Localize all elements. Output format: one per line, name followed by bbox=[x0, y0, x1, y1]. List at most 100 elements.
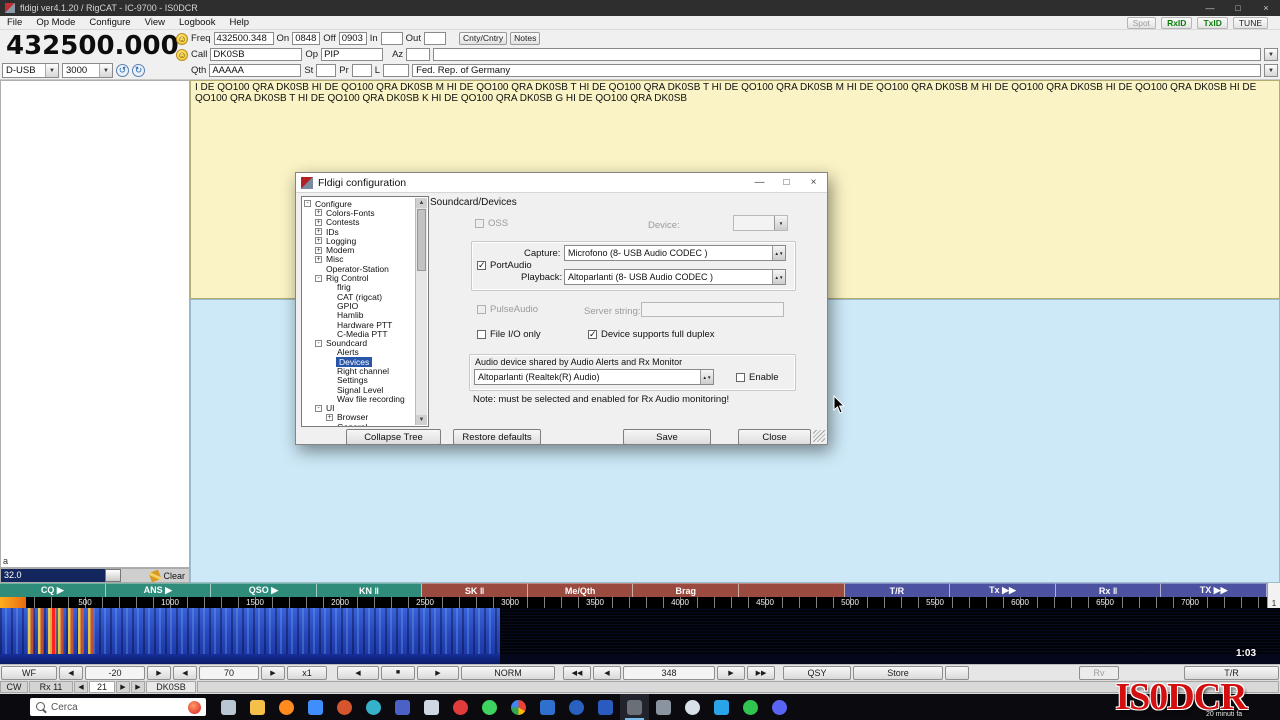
store-button[interactable]: Store bbox=[853, 665, 943, 680]
country-search-field[interactable] bbox=[433, 48, 1261, 61]
rst-out-field[interactable] bbox=[423, 32, 446, 45]
fldigi-taskbar-icon[interactable] bbox=[620, 694, 649, 720]
tree-item[interactable]: - Soundcard bbox=[304, 338, 414, 348]
dialog-maximize-button[interactable]: □ bbox=[773, 173, 800, 193]
word-icon[interactable] bbox=[591, 694, 620, 720]
tree-item[interactable]: flrig bbox=[304, 282, 414, 292]
minimize-button[interactable]: — bbox=[1196, 0, 1224, 16]
swap-frequency-icon[interactable]: ↻ bbox=[132, 64, 145, 77]
locator-field[interactable] bbox=[383, 64, 410, 77]
firefox-icon[interactable] bbox=[272, 694, 301, 720]
tree-item[interactable]: + IDs bbox=[304, 227, 414, 237]
scroll-up-icon[interactable]: ▲ bbox=[416, 198, 427, 208]
server-string-field[interactable] bbox=[641, 302, 784, 317]
notepad-icon[interactable] bbox=[417, 694, 446, 720]
obs-icon[interactable] bbox=[330, 694, 359, 720]
menu-item[interactable]: File bbox=[0, 17, 29, 28]
tune-button[interactable]: TUNE bbox=[1232, 16, 1268, 29]
macro-button[interactable]: Rx ‖ bbox=[1055, 583, 1162, 597]
wpm-value[interactable]: 21 bbox=[89, 681, 115, 693]
file-io-checkbox[interactable]: File I/O only bbox=[477, 329, 541, 340]
scroll-right-button[interactable]: ▶ bbox=[417, 665, 459, 680]
txid-button[interactable]: TxID bbox=[1197, 16, 1228, 29]
window-titlebar[interactable]: fldigi ver4.1.20 / RigCAT - IC-9700 - IS… bbox=[0, 0, 1280, 16]
scrollbar-thumb[interactable] bbox=[417, 209, 426, 271]
vscode-icon[interactable] bbox=[707, 694, 736, 720]
waterfall-display[interactable] bbox=[0, 608, 1280, 664]
close-button[interactable]: × bbox=[1252, 0, 1280, 16]
tree-item[interactable]: Signal Level bbox=[304, 385, 414, 395]
chevron-down-icon[interactable]: ▼ bbox=[1264, 48, 1278, 61]
mode-select[interactable]: D-USB ▼ bbox=[2, 63, 59, 78]
wpm-default-button[interactable]: ▶ bbox=[131, 681, 145, 693]
waterfall-frequency-cursor[interactable] bbox=[52, 608, 55, 654]
macro-button[interactable] bbox=[739, 583, 845, 597]
tree-item[interactable]: Hamlib bbox=[304, 310, 414, 320]
carrier-frequency[interactable]: 348 bbox=[623, 665, 715, 680]
qth-field[interactable]: AAAAA bbox=[209, 64, 302, 77]
enable-checkbox[interactable]: Enable bbox=[736, 372, 779, 383]
macro-button[interactable]: Tx ▶▶ bbox=[950, 583, 1056, 597]
macro-button[interactable]: T/R bbox=[844, 583, 951, 597]
oss-device-select[interactable]: ▼ bbox=[733, 215, 788, 231]
paint-icon[interactable] bbox=[678, 694, 707, 720]
taskbar-search[interactable]: Cerca bbox=[30, 698, 206, 716]
tree-item[interactable]: + Misc bbox=[304, 254, 414, 264]
cnty-cntry-button[interactable]: Cnty/Cntry bbox=[458, 32, 508, 45]
tree-expander-icon[interactable]: - bbox=[315, 404, 322, 412]
revert-frequency-icon[interactable]: ↺ bbox=[116, 64, 129, 77]
tree-item[interactable]: Settings bbox=[304, 375, 414, 385]
tree-item[interactable]: Alerts bbox=[304, 347, 414, 357]
carrier-fast-up-button[interactable]: ▶▶ bbox=[747, 665, 775, 680]
macro-button[interactable]: SK ‖ bbox=[422, 583, 528, 597]
tree-item[interactable]: + Contests bbox=[304, 217, 414, 227]
tree-expander-icon[interactable]: + bbox=[315, 246, 322, 254]
macro-button[interactable]: Me/Qth bbox=[527, 583, 634, 597]
task-view-icon[interactable] bbox=[214, 694, 243, 720]
edge-icon[interactable] bbox=[359, 694, 388, 720]
file-explorer-icon[interactable] bbox=[243, 694, 272, 720]
gain-increase-button[interactable]: ▶ bbox=[147, 665, 171, 680]
bandwidth-select[interactable]: 3000 ▼ bbox=[62, 63, 113, 78]
tree-expander-icon[interactable]: + bbox=[315, 209, 322, 217]
tree-item[interactable]: - UI bbox=[304, 403, 414, 413]
oss-checkbox[interactable]: OSS bbox=[475, 218, 508, 229]
outlook-icon[interactable] bbox=[533, 694, 562, 720]
tree-item[interactable]: C-Media PTT bbox=[304, 329, 414, 339]
discord-icon[interactable] bbox=[765, 694, 794, 720]
tree-expander-icon[interactable]: + bbox=[315, 255, 322, 263]
maximize-button[interactable]: □ bbox=[1224, 0, 1252, 16]
mode-status[interactable]: CW bbox=[0, 681, 28, 693]
dialog-minimize-button[interactable]: — bbox=[746, 173, 773, 193]
tree-expander-icon[interactable]: - bbox=[315, 274, 322, 282]
wpm-decrease-button[interactable]: ◀ bbox=[74, 681, 88, 693]
tree-item[interactable]: Operator-Station bbox=[304, 264, 414, 274]
chrome-icon[interactable] bbox=[504, 694, 533, 720]
tree-item[interactable]: Hardware PTT bbox=[304, 320, 414, 330]
tree-item[interactable]: CAT (rigcat) bbox=[304, 292, 414, 302]
az-field[interactable] bbox=[406, 48, 431, 61]
macro-button[interactable]: Brag bbox=[633, 583, 740, 597]
time-off-field[interactable]: 0903 bbox=[338, 32, 367, 45]
qrz-lookup-icon[interactable]: ☺ bbox=[176, 32, 188, 45]
range-decrease-button[interactable]: ◀ bbox=[173, 665, 197, 680]
tree-scrollbar[interactable]: ▲ ▼ bbox=[415, 198, 427, 425]
capture-device-select[interactable]: Microfono (8- USB Audio CODEC ) ▲▼ bbox=[564, 245, 786, 261]
time-on-field[interactable]: 0848 bbox=[292, 32, 321, 45]
rxid-button[interactable]: RxID bbox=[1161, 16, 1193, 29]
opera-icon[interactable] bbox=[446, 694, 475, 720]
zoom-button[interactable]: x1 bbox=[287, 665, 327, 680]
dialog-close-button[interactable]: × bbox=[800, 173, 827, 193]
macro-bank-indicator[interactable]: 1 bbox=[1267, 583, 1280, 608]
tree-expander-icon[interactable]: + bbox=[315, 228, 322, 236]
portaudio-checkbox[interactable]: PortAudio bbox=[477, 260, 532, 271]
tree-expander-icon[interactable]: + bbox=[326, 413, 333, 421]
tree-item[interactable]: Right channel bbox=[304, 366, 414, 376]
reverse-button[interactable]: Rv bbox=[1079, 665, 1119, 680]
wpm-increase-button[interactable]: ▶ bbox=[116, 681, 130, 693]
restore-defaults-button[interactable]: Restore defaults bbox=[453, 429, 541, 445]
save-button[interactable]: Save bbox=[623, 429, 711, 445]
scroll-left-button[interactable]: ◀ bbox=[337, 665, 379, 680]
tree-expander-icon[interactable]: + bbox=[315, 218, 322, 226]
tree-item[interactable]: Wav file recording bbox=[304, 394, 414, 404]
